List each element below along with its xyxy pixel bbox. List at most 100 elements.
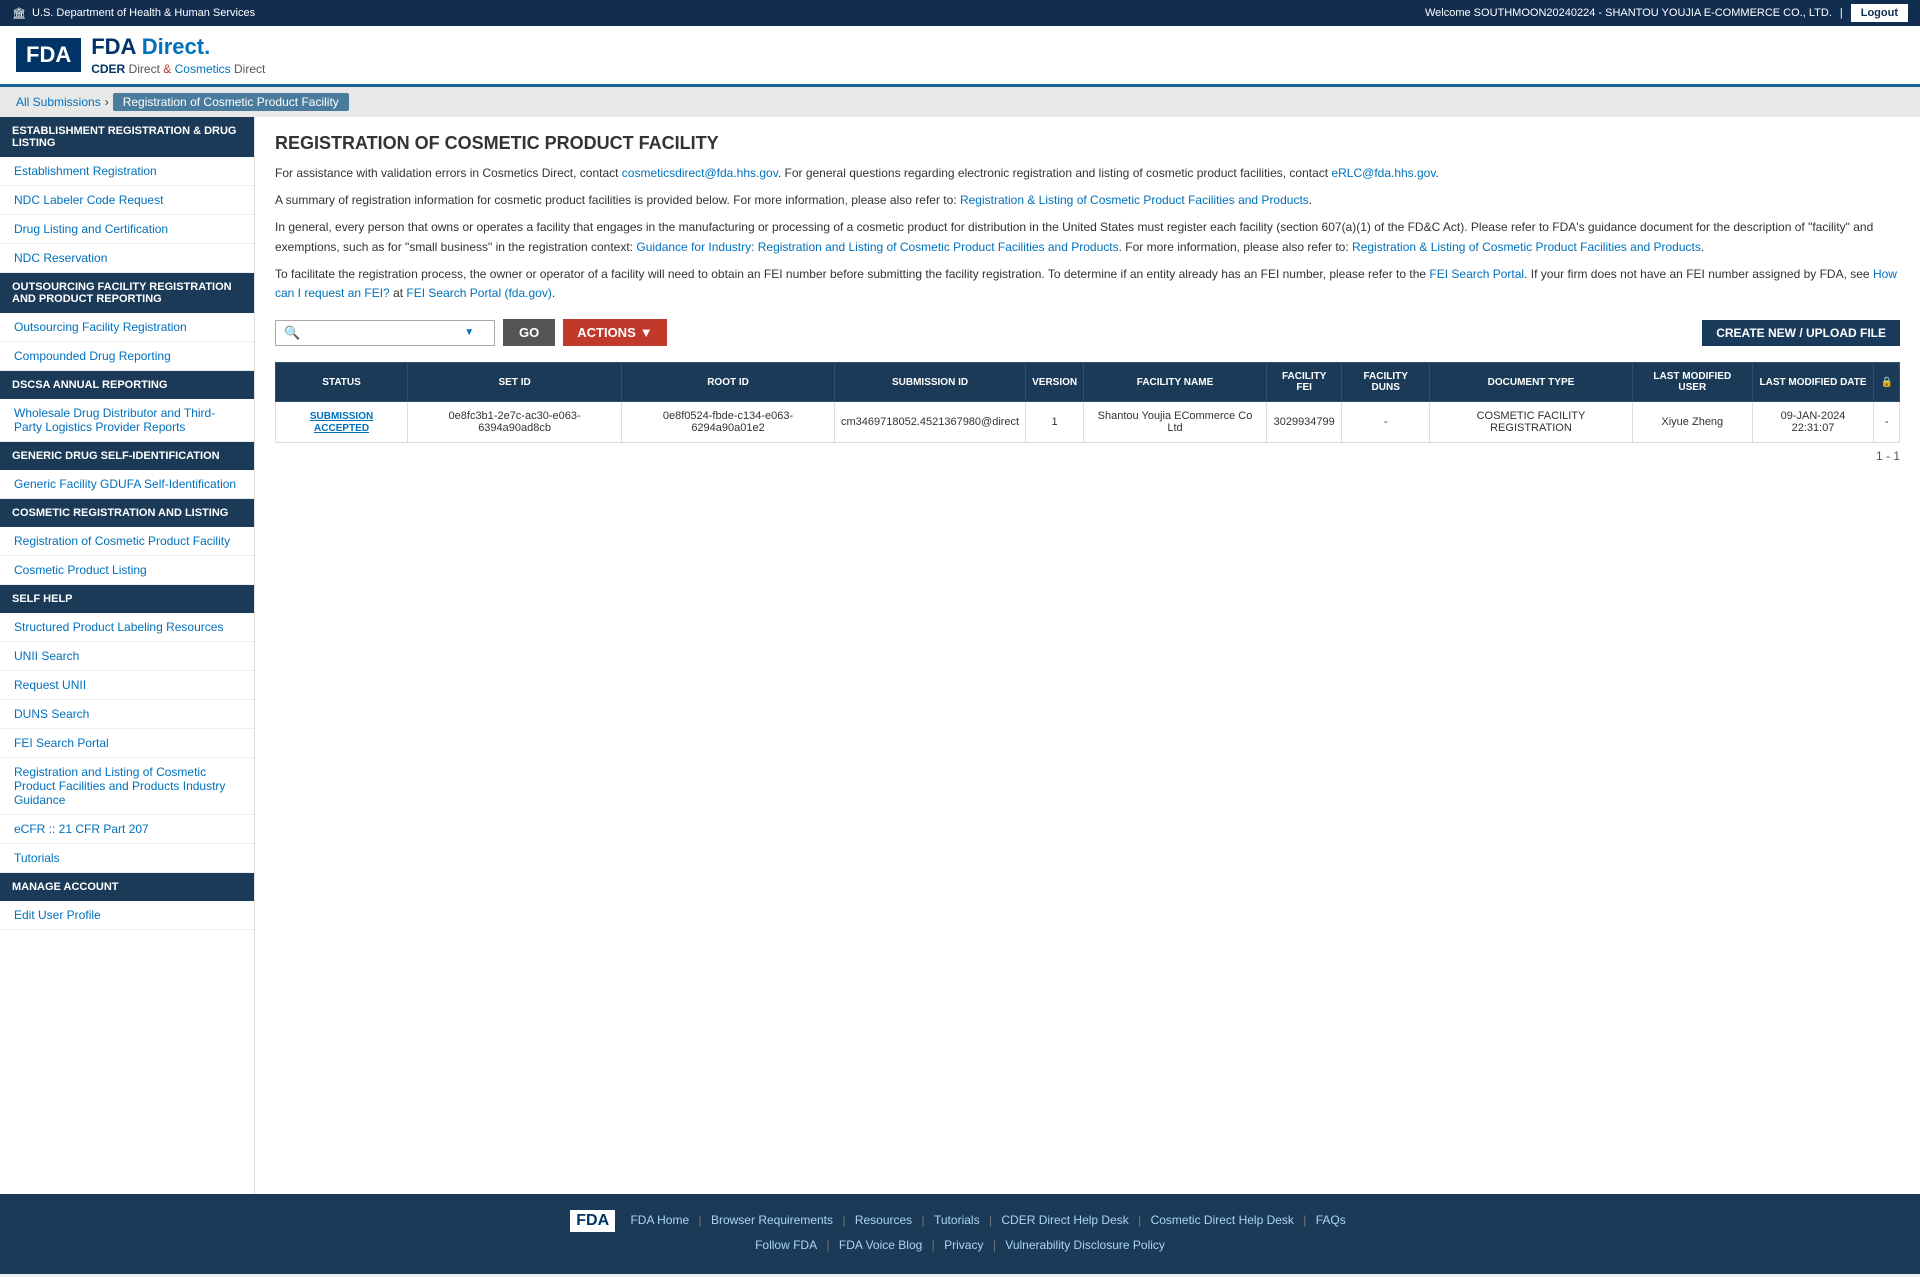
- guidance-link[interactable]: Guidance for Industry: Registration and …: [636, 240, 1118, 254]
- search-input-wrap[interactable]: 🔍 ▼: [275, 320, 495, 346]
- sidebar-item-establishment-registration[interactable]: Establishment Registration: [0, 157, 254, 186]
- sidebar-header-cosmetic[interactable]: COSMETIC REGISTRATION AND LISTING: [0, 499, 254, 527]
- create-upload-button[interactable]: CREATE NEW / UPLOAD FILE: [1702, 320, 1900, 346]
- footer-fda-logo: FDA: [570, 1210, 615, 1232]
- main-content: REGISTRATION OF COSMETIC PRODUCT FACILIT…: [255, 117, 1920, 1194]
- erlc-email[interactable]: eRLC@fda.hhs.gov: [1331, 166, 1435, 180]
- sidebar-item-generic-gdufa[interactable]: Generic Facility GDUFA Self-Identificati…: [0, 470, 254, 499]
- main-layout: ESTABLISHMENT REGISTRATION & DRUG LISTIN…: [0, 117, 1920, 1194]
- col-header-submission-id: SUBMISSION ID: [834, 363, 1025, 402]
- content-paragraph1: For assistance with validation errors in…: [275, 164, 1900, 183]
- col-header-facility-name: FACILITY NAME: [1084, 363, 1267, 402]
- footer-fda-home[interactable]: FDA Home: [630, 1213, 689, 1227]
- cell-last-modified-date: 09-JAN-2024 22:31:07: [1752, 402, 1874, 443]
- sidebar-item-fei-search[interactable]: FEI Search Portal: [0, 729, 254, 758]
- footer-cder-help-desk[interactable]: CDER Direct Help Desk: [1001, 1213, 1128, 1227]
- sidebar-item-ecfr[interactable]: eCFR :: 21 CFR Part 207: [0, 815, 254, 844]
- sidebar-item-outsourcing-registration[interactable]: Outsourcing Facility Registration: [0, 313, 254, 342]
- fei-portal-link[interactable]: FEI Search Portal (fda.gov): [406, 286, 551, 300]
- footer-cosmetic-help-desk[interactable]: Cosmetic Direct Help Desk: [1151, 1213, 1294, 1227]
- table-row: SUBMISSION ACCEPTED 0e8fc3b1-2e7c-ac30-e0…: [276, 402, 1900, 443]
- col-header-version: VERSION: [1026, 363, 1084, 402]
- cell-last-modified-user: Xiyue Zheng: [1633, 402, 1753, 443]
- sidebar-item-compounded-drug[interactable]: Compounded Drug Reporting: [0, 342, 254, 371]
- cell-facility-fei: 3029934799: [1266, 402, 1342, 443]
- registration-listing-link1[interactable]: Registration & Listing of Cosmetic Produ…: [960, 193, 1309, 207]
- sidebar: ESTABLISHMENT REGISTRATION & DRUG LISTIN…: [0, 117, 255, 1194]
- sidebar-header-generic[interactable]: GENERIC DRUG SELF-IDENTIFICATION: [0, 442, 254, 470]
- sidebar-item-tutorials[interactable]: Tutorials: [0, 844, 254, 873]
- sidebar-header-selfhelp[interactable]: SELF HELP: [0, 585, 254, 613]
- footer: FDA FDA Home | Browser Requirements | Re…: [0, 1194, 1920, 1274]
- gov-bar: 🏛 U.S. Department of Health & Human Serv…: [0, 0, 1920, 26]
- cosmetics-direct-email[interactable]: cosmeticsdirect@fda.hhs.gov: [622, 166, 778, 180]
- col-header-set-id: SET ID: [408, 363, 622, 402]
- footer-tutorials[interactable]: Tutorials: [934, 1213, 980, 1227]
- footer-vulnerability-disclosure[interactable]: Vulnerability Disclosure Policy: [1005, 1238, 1165, 1252]
- footer-follow-fda[interactable]: Follow FDA: [755, 1238, 817, 1252]
- cell-set-id: 0e8fc3b1-2e7c-ac30-e063-6394a90ad8cb: [408, 402, 622, 443]
- col-header-last-modified-user: LAST MODIFIED USER: [1633, 363, 1753, 402]
- content-paragraph4: To facilitate the registration process, …: [275, 265, 1900, 303]
- footer-privacy[interactable]: Privacy: [944, 1238, 983, 1252]
- sidebar-item-spl-resources[interactable]: Structured Product Labeling Resources: [0, 613, 254, 642]
- pagination: 1 - 1: [275, 449, 1900, 463]
- breadcrumb-separator: ›: [105, 95, 109, 109]
- sidebar-header-dscsa[interactable]: DSCSA ANNUAL REPORTING: [0, 371, 254, 399]
- actions-button[interactable]: ACTIONS ▼: [563, 319, 666, 346]
- sidebar-item-cosmetic-registration[interactable]: Registration of Cosmetic Product Facilit…: [0, 527, 254, 556]
- col-header-status: STATUS: [276, 363, 408, 402]
- footer-resources[interactable]: Resources: [855, 1213, 912, 1227]
- footer-links-row1: FDA FDA Home | Browser Requirements | Re…: [16, 1210, 1904, 1232]
- content-paragraph2: A summary of registration information fo…: [275, 191, 1900, 210]
- col-header-lock: 🔒: [1874, 363, 1900, 402]
- footer-faqs[interactable]: FAQs: [1316, 1213, 1346, 1227]
- actions-chevron-icon: ▼: [640, 325, 653, 340]
- sidebar-item-ndc-labeler[interactable]: NDC Labeler Code Request: [0, 186, 254, 215]
- sidebar-item-wholesale-drug[interactable]: Wholesale Drug Distributor and Third-Par…: [0, 399, 254, 442]
- col-header-root-id: ROOT ID: [622, 363, 835, 402]
- sidebar-item-duns-search[interactable]: DUNS Search: [0, 700, 254, 729]
- sidebar-header-outsourcing[interactable]: OUTSOURCING FACILITY REGISTRATION AND PR…: [0, 273, 254, 313]
- footer-fda-voice-blog[interactable]: FDA Voice Blog: [839, 1238, 922, 1252]
- col-header-document-type: DOCUMENT TYPE: [1429, 363, 1632, 402]
- search-icon[interactable]: 🔍: [284, 325, 300, 341]
- cell-document-type: COSMETIC FACILITY REGISTRATION: [1429, 402, 1632, 443]
- submissions-table: STATUS SET ID ROOT ID SUBMISSION ID VERS…: [275, 362, 1900, 443]
- cell-root-id: 0e8f0524-fbde-c134-e063-6294a90a01e2: [622, 402, 835, 443]
- sidebar-item-drug-listing[interactable]: Drug Listing and Certification: [0, 215, 254, 244]
- app-subtitle: CDER Direct & Cosmetics Direct: [91, 62, 265, 76]
- sidebar-item-cosmetic-listing[interactable]: Cosmetic Product Listing: [0, 556, 254, 585]
- chevron-down-icon[interactable]: ▼: [464, 327, 474, 338]
- sidebar-item-request-unii[interactable]: Request UNII: [0, 671, 254, 700]
- cell-facility-name: Shantou Youjia ECommerce Co Ltd: [1084, 402, 1267, 443]
- sidebar-item-unii-search[interactable]: UNII Search: [0, 642, 254, 671]
- cell-submission-id: cm3469718052.4521367980@direct: [834, 402, 1025, 443]
- welcome-text: Welcome SOUTHMOON20240224 - SHANTOU YOUJ…: [1425, 7, 1832, 19]
- logout-button[interactable]: Logout: [1851, 4, 1908, 22]
- sidebar-header-manage[interactable]: MANAGE ACCOUNT: [0, 873, 254, 901]
- col-header-facility-fei: FACILITY FEI: [1266, 363, 1342, 402]
- header-bar: FDA FDA Direct. CDER Direct & Cosmetics …: [0, 26, 1920, 87]
- cell-version: 1: [1026, 402, 1084, 443]
- cell-status[interactable]: SUBMISSION ACCEPTED: [276, 402, 408, 443]
- submission-status-link[interactable]: SUBMISSION ACCEPTED: [310, 411, 373, 434]
- fei-search-link[interactable]: FEI Search Portal: [1429, 267, 1524, 281]
- sidebar-item-ndc-reservation[interactable]: NDC Reservation: [0, 244, 254, 273]
- footer-browser-requirements[interactable]: Browser Requirements: [711, 1213, 833, 1227]
- breadcrumb-current: Registration of Cosmetic Product Facilit…: [113, 93, 349, 111]
- breadcrumb: All Submissions › Registration of Cosmet…: [0, 87, 1920, 117]
- sidebar-header-establishment[interactable]: ESTABLISHMENT REGISTRATION & DRUG LISTIN…: [0, 117, 254, 157]
- cell-lock: -: [1874, 402, 1900, 443]
- sidebar-item-edit-profile[interactable]: Edit User Profile: [0, 901, 254, 930]
- go-button[interactable]: GO: [503, 319, 555, 346]
- app-title: FDA Direct.: [91, 34, 265, 60]
- footer-links-row2: Follow FDA | FDA Voice Blog | Privacy | …: [16, 1238, 1904, 1252]
- sidebar-item-cosmetic-guidance[interactable]: Registration and Listing of Cosmetic Pro…: [0, 758, 254, 815]
- breadcrumb-all-submissions[interactable]: All Submissions: [16, 95, 101, 109]
- agency-name: U.S. Department of Health & Human Servic…: [32, 7, 255, 19]
- page-title: REGISTRATION OF COSMETIC PRODUCT FACILIT…: [275, 133, 1900, 154]
- registration-listing-link2[interactable]: Registration & Listing of Cosmetic Produ…: [1352, 240, 1701, 254]
- fda-logo: FDA: [16, 38, 81, 72]
- search-input[interactable]: [304, 325, 464, 340]
